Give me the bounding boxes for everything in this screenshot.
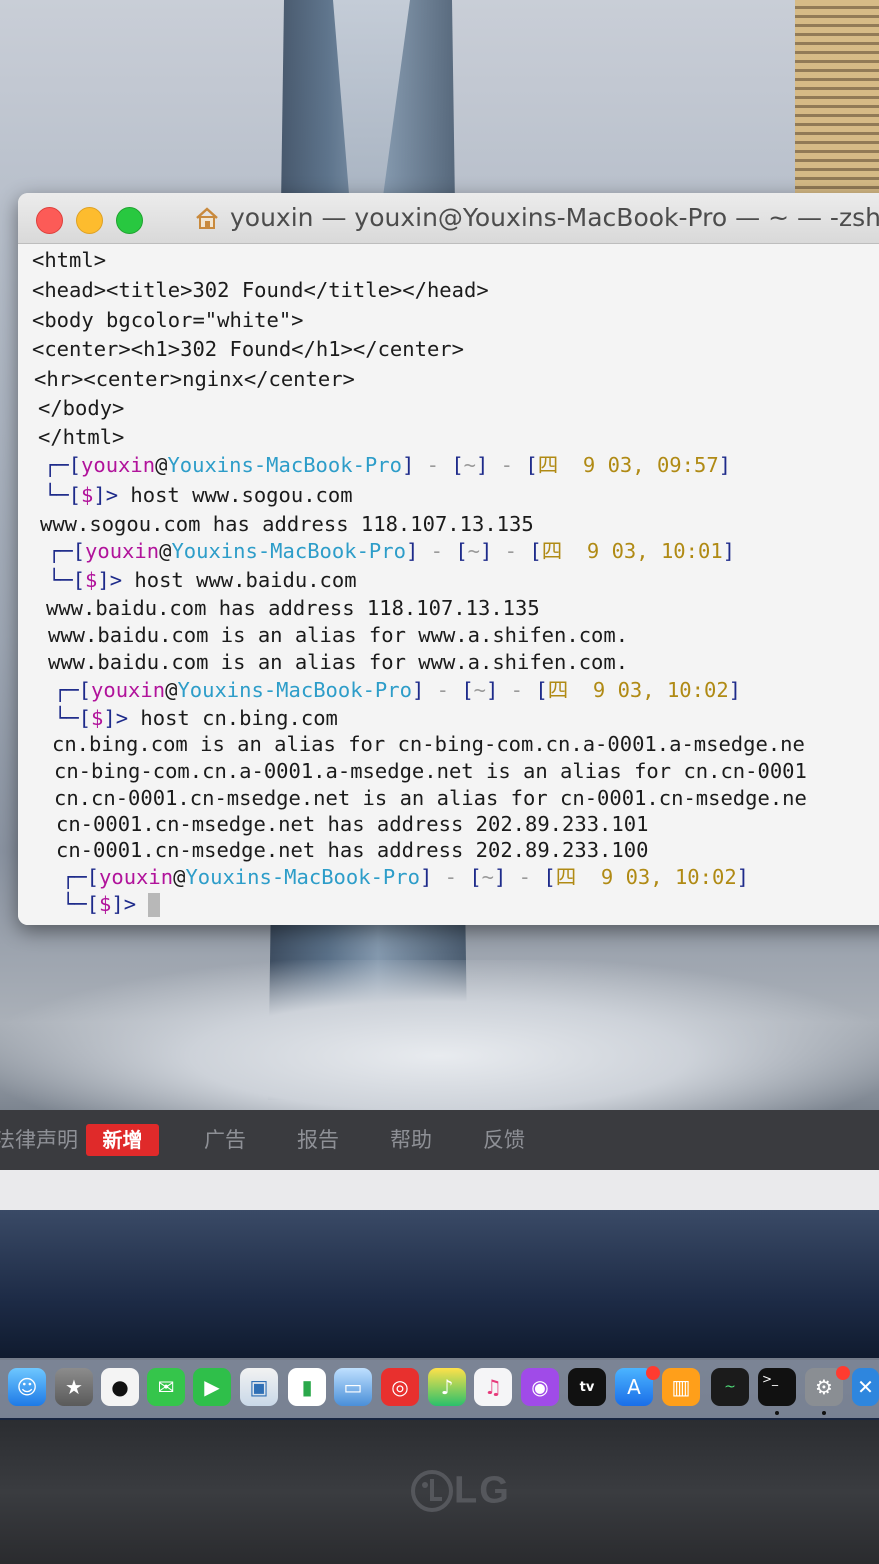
output-line: cn-0001.cn-msedge.net has address 202.89… — [56, 838, 649, 862]
finder-icon[interactable]: ☺ — [8, 1368, 46, 1406]
qq-icon[interactable]: ● — [101, 1368, 139, 1406]
prompt-command: └─[$]> host www.baidu.com — [48, 568, 357, 592]
output-line: <html> — [32, 248, 107, 272]
footer-link-help[interactable]: 帮助 — [390, 1124, 432, 1156]
output-line: cn-0001.cn-msedge.net has address 202.89… — [56, 812, 649, 836]
running-indicator — [775, 1411, 779, 1415]
output-line: <head><title>302 Found</title></head> — [32, 278, 489, 302]
system-preferences-badge — [836, 1366, 850, 1380]
wechat-icon[interactable]: ✉ — [147, 1368, 185, 1406]
books-icon[interactable]: ▥ — [662, 1368, 700, 1406]
minimize-button[interactable] — [76, 207, 103, 234]
facetime-icon[interactable]: ▶ — [193, 1368, 231, 1406]
cloud-layer — [0, 960, 879, 1120]
output-line: </body> — [38, 396, 125, 420]
apple-tv-icon[interactable]: tv — [568, 1368, 606, 1406]
sea-layer — [0, 1210, 879, 1360]
blank-icon[interactable]: ★ — [55, 1368, 93, 1406]
xcode-icon[interactable]: ✕ — [852, 1368, 879, 1406]
keynote-icon[interactable]: ▭ — [334, 1368, 372, 1406]
app-store-badge — [646, 1366, 660, 1380]
command-input[interactable]: └─[$]> — [62, 890, 161, 918]
running-indicator — [822, 1411, 826, 1415]
prompt-command: └─[$]> host www.sogou.com — [44, 483, 353, 507]
output-line: www.sogou.com has address 118.107.13.135 — [40, 512, 534, 536]
lg-face-icon — [411, 1469, 453, 1512]
activity-monitor-icon[interactable]: ~ — [711, 1368, 749, 1406]
prompt-header: ┌─[youxin@Youxins-MacBook-Pro] - [~] - [… — [48, 539, 736, 563]
terminal-icon[interactable]: >_ — [758, 1368, 796, 1406]
skyscraper-right — [795, 0, 879, 200]
footer-link-legal[interactable]: 法律声明 — [0, 1124, 78, 1156]
output-line: www.baidu.com is an alias for www.a.shif… — [48, 650, 629, 674]
output-line: www.baidu.com has address 118.107.13.135 — [46, 596, 540, 620]
netease-music-icon[interactable]: ◎ — [381, 1368, 419, 1406]
output-line: www.baidu.com is an alias for www.a.shif… — [48, 623, 629, 647]
window-title: youxin — youxin@Youxins-MacBook-Pro — ~ … — [230, 203, 879, 232]
numbers-icon[interactable]: ▮ — [288, 1368, 326, 1406]
close-button[interactable] — [36, 207, 63, 234]
qq-music-icon[interactable]: ♪ — [428, 1368, 466, 1406]
apple-tv-label: tv — [579, 1379, 595, 1395]
output-line: <center><h1>302 Found</h1></center> — [32, 337, 464, 361]
terminal-output[interactable]: <html> <head><title>302 Found</title></h… — [18, 244, 879, 925]
output-line: cn-bing-com.cn.a-0001.a-msedge.net is an… — [54, 759, 807, 783]
terminal-window[interactable]: youxin — youxin@Youxins-MacBook-Pro — ~ … — [18, 193, 879, 925]
prompt-header: ┌─[youxin@Youxins-MacBook-Pro] - [~] - [… — [44, 453, 732, 477]
podcasts-icon[interactable]: ◉ — [521, 1368, 559, 1406]
output-line: <hr><center>nginx</center> — [34, 367, 355, 391]
footer-new-badge[interactable]: 新增 — [86, 1124, 159, 1156]
output-line: </html> — [38, 425, 125, 449]
terminal-titlebar[interactable]: youxin — youxin@Youxins-MacBook-Pro — ~ … — [18, 193, 879, 244]
footer-link-report[interactable]: 报告 — [297, 1124, 339, 1156]
preview-icon[interactable]: ▣ — [240, 1368, 278, 1406]
output-line: cn.cn-0001.cn-msedge.net is an alias for… — [54, 786, 807, 810]
footer-link-feedback[interactable]: 反馈 — [483, 1124, 525, 1156]
zoom-button[interactable] — [116, 207, 143, 234]
itunes-icon[interactable]: ♫ — [474, 1368, 512, 1406]
output-line: cn.bing.com is an alias for cn-bing-com.… — [52, 732, 805, 756]
prompt-header: ┌─[youxin@Youxins-MacBook-Pro] - [~] - [… — [54, 678, 742, 702]
output-line: <body bgcolor="white"> — [32, 308, 304, 332]
prompt-header: ┌─[youxin@Youxins-MacBook-Pro] - [~] - [… — [62, 865, 750, 889]
lg-logo: LG — [410, 1468, 530, 1518]
brand-text: LG — [454, 1469, 511, 1512]
prompt-command: └─[$]> host cn.bing.com — [54, 706, 338, 730]
text-cursor — [148, 893, 161, 917]
home-icon — [196, 207, 218, 229]
browser-footer-strip — [0, 1170, 879, 1210]
footer-link-ads[interactable]: 广告 — [204, 1124, 246, 1156]
